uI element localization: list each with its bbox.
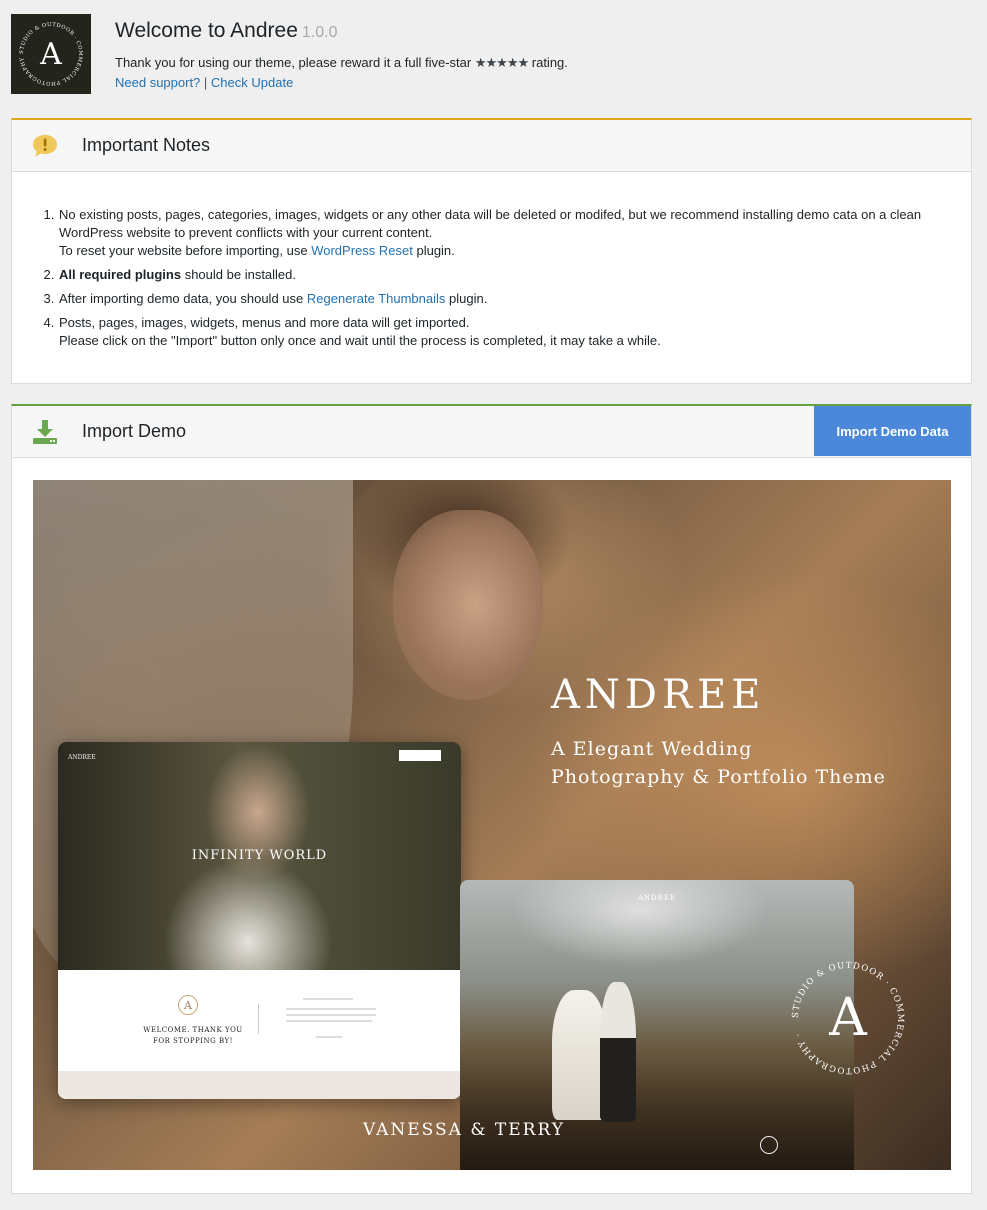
page-title: Welcome to Andree 1.0.0 xyxy=(115,18,568,46)
note-text: plugin. xyxy=(449,291,488,306)
andree-seal-icon: STUDIO & OUTDOOR · COMMERCIAL PHOTOGRAPH… xyxy=(11,14,82,86)
homepage-nav: ANDREE xyxy=(68,754,453,764)
note-text: should be installed. xyxy=(184,267,297,282)
groom-graphic xyxy=(600,982,636,1122)
note-text: After importing demo data, you should us… xyxy=(59,291,304,306)
welcome-header: STUDIO & OUTDOOR · COMMERCIAL PHOTOGRAPH… xyxy=(11,14,971,94)
important-notes-panel: Important Notes No existing posts, pages… xyxy=(11,118,972,384)
five-star-icon: ★★★★★ xyxy=(474,55,529,70)
list-item: Posts, pages, images, widgets, menus and… xyxy=(58,314,941,350)
notes-header: Important Notes xyxy=(12,120,971,172)
list-item: After importing demo data, you should us… xyxy=(58,290,941,308)
note-bold-text: All required plugins xyxy=(59,267,182,282)
rating-text-end: rating. xyxy=(531,55,568,70)
play-icon xyxy=(760,1136,778,1154)
regenerate-thumbnails-link[interactable]: Regenerate Thumbnails xyxy=(307,291,446,306)
rating-text: Thank you for using our theme, please re… xyxy=(115,55,472,70)
subtitle-line: Photography & Portfolio Theme xyxy=(551,766,886,788)
theme-name: Welcome to Andree xyxy=(115,19,298,42)
homepage-divider xyxy=(258,1004,259,1034)
download-icon xyxy=(33,420,57,444)
note-text: plugin. xyxy=(416,243,455,258)
list-item: All required plugins should be installed… xyxy=(58,266,941,284)
homepage-hero-title: INFINITY WORLD xyxy=(191,848,328,863)
check-update-link[interactable]: Check Update xyxy=(211,75,293,90)
homepage-welcome: WELCOME. THANK YOU FOR STOPPING BY! xyxy=(143,1026,243,1045)
notes-list: No existing posts, pages, categories, im… xyxy=(58,206,941,350)
theme-version: 1.0.0 xyxy=(301,24,338,41)
homepage-cta xyxy=(399,750,441,761)
bride-graphic xyxy=(552,990,607,1120)
homepage-mark: A xyxy=(178,995,198,1015)
import-demo-panel: Import Demo Import Demo Data ANDREE A El… xyxy=(11,404,972,1194)
speech-bubble-warning-icon xyxy=(33,135,57,157)
andree-logo: STUDIO & OUTDOOR · COMMERCIAL PHOTOGRAPH… xyxy=(11,14,91,94)
import-title: Import Demo xyxy=(82,421,187,441)
demo-screenshot-homepage: ANDREE INFINITY WORLD A WELCOME. THANK Y… xyxy=(58,742,461,1099)
seal-letter: A xyxy=(828,988,868,1048)
subtitle-line: A Elegant Wedding xyxy=(551,738,753,760)
demo-preview-image: ANDREE A Elegant Wedding Photography & P… xyxy=(33,480,951,1170)
note-text: Posts, pages, images, widgets, menus and… xyxy=(59,315,470,330)
homepage-footer xyxy=(58,1071,461,1099)
import-demo-data-button[interactable]: Import Demo Data xyxy=(814,406,971,456)
rating-message: Thank you for using our theme, please re… xyxy=(115,55,568,71)
need-support-link[interactable]: Need support? xyxy=(115,75,200,90)
list-item: No existing posts, pages, categories, im… xyxy=(58,206,941,260)
import-header: Import Demo Import Demo Data xyxy=(12,406,971,458)
homepage-logo: ANDREE xyxy=(68,754,96,761)
preview-brand-title: ANDREE xyxy=(551,672,766,718)
logo-letter: A xyxy=(39,37,62,72)
note-text: Please click on the "Import" button only… xyxy=(59,333,661,348)
andree-seal-icon: STUDIO & OUTDOOR · COMMERCIAL PHOTOGRAPH… xyxy=(791,961,904,1075)
note-text: No existing posts, pages, categories, im… xyxy=(59,207,922,240)
bride-face-graphic xyxy=(393,510,543,700)
notes-title: Important Notes xyxy=(82,135,211,155)
link-separator: | xyxy=(203,75,208,90)
note-text: To reset your website before importing, … xyxy=(59,243,308,258)
wordpress-reset-link[interactable]: WordPress Reset xyxy=(311,243,413,258)
header-links: Need support? | Check Update xyxy=(115,75,568,91)
gallery-logo: ANDREE xyxy=(637,894,677,902)
preview-subtitle: A Elegant Wedding Photography & Portfoli… xyxy=(551,735,886,791)
gallery-title: VANESSA & TERRY xyxy=(363,1120,565,1140)
